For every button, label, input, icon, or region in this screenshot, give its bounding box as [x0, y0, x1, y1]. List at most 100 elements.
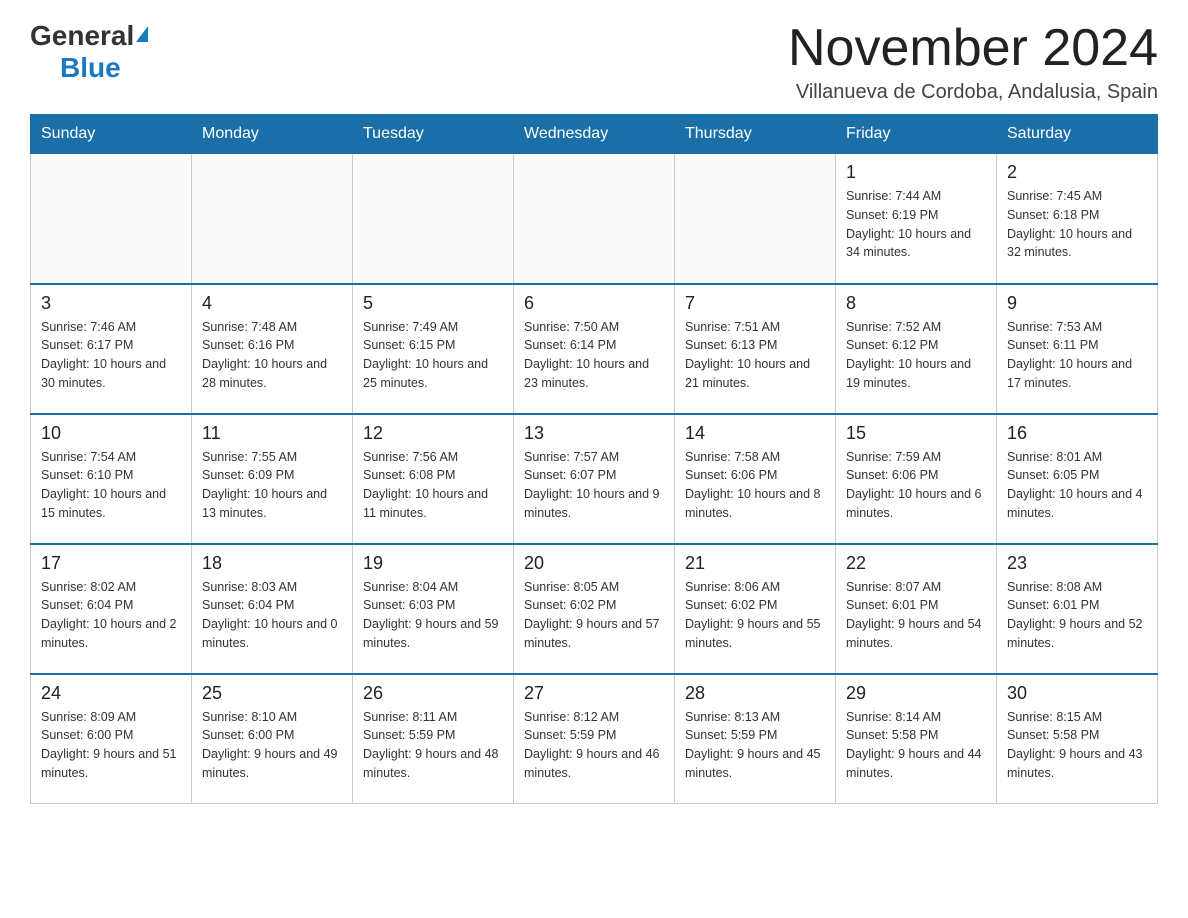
day-info: Sunrise: 7:49 AMSunset: 6:15 PMDaylight:… — [363, 318, 503, 393]
day-info: Sunrise: 8:01 AMSunset: 6:05 PMDaylight:… — [1007, 448, 1147, 523]
week-row-4: 17 Sunrise: 8:02 AMSunset: 6:04 PMDayligh… — [31, 544, 1158, 674]
calendar-cell: 6 Sunrise: 7:50 AMSunset: 6:14 PMDaylight… — [514, 284, 675, 414]
day-number: 12 — [363, 423, 503, 444]
calendar-cell: 28Sunrise: 8:13 AMSunset: 5:59 PMDayligh… — [675, 674, 836, 804]
day-number: 4 — [202, 293, 342, 314]
day-info: Sunrise: 8:03 AMSunset: 6:04 PMDaylight:… — [202, 578, 342, 653]
day-number: 24 — [41, 683, 181, 704]
calendar-cell — [675, 154, 836, 284]
day-info: Sunrise: 7:58 AMSunset: 6:06 PMDaylight:… — [685, 448, 825, 523]
logo-blue-text: Blue — [60, 52, 121, 83]
calendar-cell: 13 Sunrise: 7:57 AMSunset: 6:07 PMDayligh… — [514, 414, 675, 544]
day-number: 6 — [524, 293, 664, 314]
calendar-cell: 4 Sunrise: 7:48 AMSunset: 6:16 PMDaylight… — [192, 284, 353, 414]
logo-triangle-icon — [136, 26, 148, 42]
day-number: 14 — [685, 423, 825, 444]
day-number: 8 — [846, 293, 986, 314]
calendar-cell: 22 Sunrise: 8:07 AMSunset: 6:01 PMDayligh… — [836, 544, 997, 674]
day-info: Sunrise: 8:07 AMSunset: 6:01 PMDaylight:… — [846, 578, 986, 653]
day-info: Sunrise: 8:10 AMSunset: 6:00 PMDaylight:… — [202, 708, 342, 783]
calendar-cell: 5Sunrise: 7:49 AMSunset: 6:15 PMDaylight… — [353, 284, 514, 414]
day-number: 17 — [41, 553, 181, 574]
week-row-1: 1 Sunrise: 7:44 AMSunset: 6:19 PMDaylight… — [31, 154, 1158, 284]
page-header: General Blue November 2024 Villanueva de… — [30, 20, 1158, 104]
month-title: November 2024 — [788, 20, 1158, 77]
day-info: Sunrise: 8:11 AMSunset: 5:59 PMDaylight:… — [363, 708, 503, 783]
day-number: 15 — [846, 423, 986, 444]
logo: General Blue — [30, 20, 148, 84]
day-number: 22 — [846, 553, 986, 574]
calendar-cell: 3Sunrise: 7:46 AMSunset: 6:17 PMDaylight… — [31, 284, 192, 414]
day-info: Sunrise: 7:44 AMSunset: 6:19 PMDaylight:… — [846, 187, 986, 262]
day-info: Sunrise: 7:57 AMSunset: 6:07 PMDaylight:… — [524, 448, 664, 523]
day-number: 25 — [202, 683, 342, 704]
day-info: Sunrise: 8:04 AMSunset: 6:03 PMDaylight:… — [363, 578, 503, 653]
calendar-table: SundayMondayTuesdayWednesdayThursdayFrid… — [30, 114, 1158, 804]
day-number: 11 — [202, 423, 342, 444]
calendar-cell — [353, 154, 514, 284]
calendar-cell: 9Sunrise: 7:53 AMSunset: 6:11 PMDaylight… — [997, 284, 1158, 414]
day-info: Sunrise: 8:02 AMSunset: 6:04 PMDaylight:… — [41, 578, 181, 653]
day-number: 2 — [1007, 162, 1147, 183]
day-number: 27 — [524, 683, 664, 704]
day-number: 23 — [1007, 553, 1147, 574]
calendar-cell: 1 Sunrise: 7:44 AMSunset: 6:19 PMDaylight… — [836, 154, 997, 284]
day-info: Sunrise: 7:48 AMSunset: 6:16 PMDaylight:… — [202, 318, 342, 393]
day-number: 1 — [846, 162, 986, 183]
weekday-header-thursday: Thursday — [675, 115, 836, 154]
day-info: Sunrise: 7:50 AMSunset: 6:14 PMDaylight:… — [524, 318, 664, 393]
calendar-cell: 15 Sunrise: 7:59 AMSunset: 6:06 PMDayligh… — [836, 414, 997, 544]
title-section: November 2024 Villanueva de Cordoba, And… — [788, 20, 1158, 104]
location-title: Villanueva de Cordoba, Andalusia, Spain — [788, 81, 1158, 104]
calendar-cell: 19Sunrise: 8:04 AMSunset: 6:03 PMDayligh… — [353, 544, 514, 674]
calendar-cell: 24 Sunrise: 8:09 AMSunset: 6:00 PMDayligh… — [31, 674, 192, 804]
calendar-cell — [514, 154, 675, 284]
weekday-header-row: SundayMondayTuesdayWednesdayThursdayFrid… — [31, 115, 1158, 154]
day-number: 16 — [1007, 423, 1147, 444]
day-number: 26 — [363, 683, 503, 704]
calendar-cell: 12 Sunrise: 7:56 AMSunset: 6:08 PMDayligh… — [353, 414, 514, 544]
day-info: Sunrise: 7:54 AMSunset: 6:10 PMDaylight:… — [41, 448, 181, 523]
calendar-cell: 16 Sunrise: 8:01 AMSunset: 6:05 PMDayligh… — [997, 414, 1158, 544]
weekday-header-wednesday: Wednesday — [514, 115, 675, 154]
calendar-cell — [31, 154, 192, 284]
calendar-cell: 17 Sunrise: 8:02 AMSunset: 6:04 PMDayligh… — [31, 544, 192, 674]
week-row-5: 24 Sunrise: 8:09 AMSunset: 6:00 PMDayligh… — [31, 674, 1158, 804]
week-row-2: 3Sunrise: 7:46 AMSunset: 6:17 PMDaylight… — [31, 284, 1158, 414]
calendar-cell: 14 Sunrise: 7:58 AMSunset: 6:06 PMDayligh… — [675, 414, 836, 544]
day-info: Sunrise: 7:51 AMSunset: 6:13 PMDaylight:… — [685, 318, 825, 393]
calendar-cell: 26 Sunrise: 8:11 AMSunset: 5:59 PMDayligh… — [353, 674, 514, 804]
day-number: 3 — [41, 293, 181, 314]
calendar-cell: 23 Sunrise: 8:08 AMSunset: 6:01 PMDayligh… — [997, 544, 1158, 674]
day-info: Sunrise: 8:15 AMSunset: 5:58 PMDaylight:… — [1007, 708, 1147, 783]
day-info: Sunrise: 7:59 AMSunset: 6:06 PMDaylight:… — [846, 448, 986, 523]
day-number: 30 — [1007, 683, 1147, 704]
calendar-cell: 11Sunrise: 7:55 AMSunset: 6:09 PMDayligh… — [192, 414, 353, 544]
day-info: Sunrise: 7:56 AMSunset: 6:08 PMDaylight:… — [363, 448, 503, 523]
calendar-cell: 7Sunrise: 7:51 AMSunset: 6:13 PMDaylight… — [675, 284, 836, 414]
week-row-3: 10 Sunrise: 7:54 AMSunset: 6:10 PMDayligh… — [31, 414, 1158, 544]
weekday-header-sunday: Sunday — [31, 115, 192, 154]
day-info: Sunrise: 8:09 AMSunset: 6:00 PMDaylight:… — [41, 708, 181, 783]
day-number: 28 — [685, 683, 825, 704]
logo-general-text: General — [30, 20, 134, 52]
day-info: Sunrise: 8:05 AMSunset: 6:02 PMDaylight:… — [524, 578, 664, 653]
weekday-header-friday: Friday — [836, 115, 997, 154]
calendar-cell: 25 Sunrise: 8:10 AMSunset: 6:00 PMDayligh… — [192, 674, 353, 804]
day-info: Sunrise: 8:08 AMSunset: 6:01 PMDaylight:… — [1007, 578, 1147, 653]
day-info: Sunrise: 7:52 AMSunset: 6:12 PMDaylight:… — [846, 318, 986, 393]
day-number: 9 — [1007, 293, 1147, 314]
day-number: 10 — [41, 423, 181, 444]
day-info: Sunrise: 7:45 AMSunset: 6:18 PMDaylight:… — [1007, 187, 1147, 262]
day-number: 29 — [846, 683, 986, 704]
calendar-cell: 27 Sunrise: 8:12 AMSunset: 5:59 PMDayligh… — [514, 674, 675, 804]
calendar-cell: 21Sunrise: 8:06 AMSunset: 6:02 PMDayligh… — [675, 544, 836, 674]
weekday-header-monday: Monday — [192, 115, 353, 154]
calendar-cell: 20Sunrise: 8:05 AMSunset: 6:02 PMDayligh… — [514, 544, 675, 674]
day-number: 13 — [524, 423, 664, 444]
day-info: Sunrise: 8:12 AMSunset: 5:59 PMDaylight:… — [524, 708, 664, 783]
calendar-cell: 29 Sunrise: 8:14 AMSunset: 5:58 PMDayligh… — [836, 674, 997, 804]
day-info: Sunrise: 8:14 AMSunset: 5:58 PMDaylight:… — [846, 708, 986, 783]
calendar-cell: 8 Sunrise: 7:52 AMSunset: 6:12 PMDaylight… — [836, 284, 997, 414]
weekday-header-tuesday: Tuesday — [353, 115, 514, 154]
